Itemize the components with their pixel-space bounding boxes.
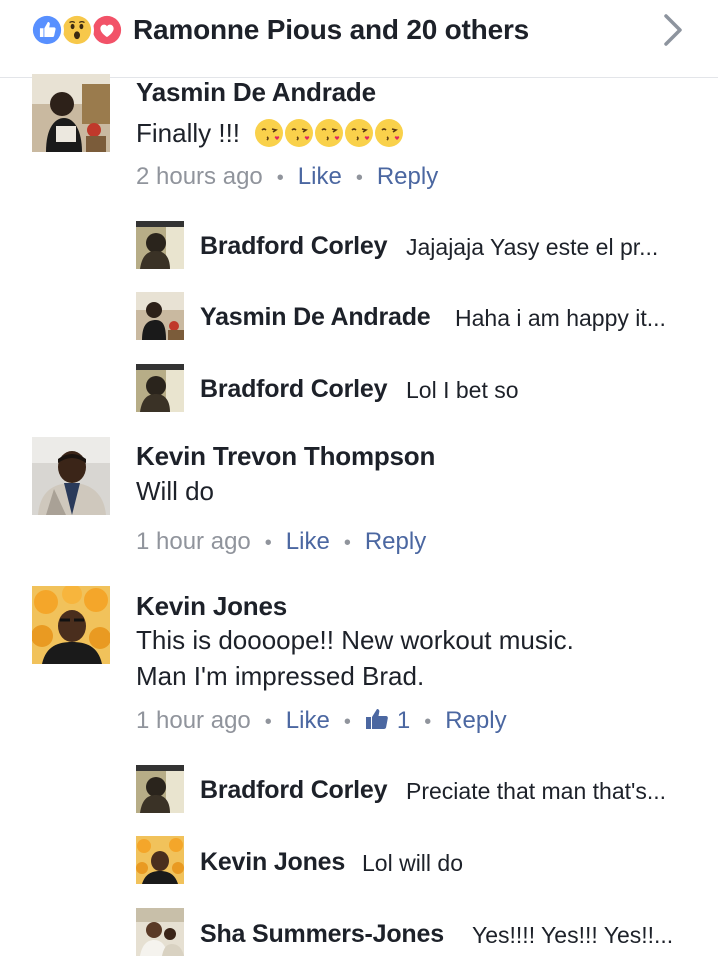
comment-author[interactable]: Kevin Trevon Thompson [136,441,435,471]
like-link[interactable]: Like [298,163,342,190]
like-count[interactable]: 1 [397,707,410,734]
comment-meta: 1 hour ago • Like • 1 • Reply [136,707,507,734]
reply-link[interactable]: Reply [365,528,426,555]
reply-text: Preciate that man that's... [406,778,667,804]
avatar[interactable] [136,836,184,884]
reply-author[interactable]: Yasmin De Andrade [200,302,431,332]
avatar[interactable] [136,765,184,813]
avatar[interactable] [32,586,110,664]
wow-reaction-icon [60,13,94,47]
comment-meta: 2 hours ago • Like • Reply [136,163,439,190]
reply-author[interactable]: Bradford Corley [200,231,388,261]
timestamp[interactable]: 1 hour ago [136,528,251,555]
avatar[interactable] [32,437,110,515]
comment-text-line: This is doooope!! New workout music. [136,625,574,655]
reply-text: Lol will do [362,850,463,876]
avatar[interactable] [136,364,184,412]
emoji-row [254,118,414,150]
reply-text: Lol I bet so [406,377,519,403]
kissing-heart-emoji-icon [284,118,314,148]
comment-text: Finally !!! [136,118,241,148]
reply-text: Haha i am happy it... [455,305,666,331]
like-link[interactable]: Like [286,707,330,734]
comment-text: Will do [136,476,215,506]
like-link[interactable]: Like [286,528,330,555]
reply-text: Yes!!!! Yes!!! Yes!!... [472,922,674,948]
kissing-heart-emoji-icon [374,118,404,148]
avatar[interactable] [136,221,184,269]
avatar[interactable] [136,908,184,956]
kissing-heart-emoji-icon [314,118,344,148]
reply-link[interactable]: Reply [377,163,438,190]
reply-link[interactable]: Reply [445,707,506,734]
comment-author[interactable]: Kevin Jones [136,591,287,621]
timestamp[interactable]: 2 hours ago [136,163,263,190]
love-reaction-icon [90,13,124,47]
reply-author[interactable]: Sha Summers-Jones [200,919,444,949]
chevron-right-icon[interactable] [660,12,686,48]
like-reaction-icon [30,13,64,47]
timestamp[interactable]: 1 hour ago [136,707,251,734]
reply-author[interactable]: Kevin Jones [200,847,345,877]
kissing-heart-emoji-icon [344,118,374,148]
reactions-header[interactable]: Ramonne Pious and 20 others [0,0,718,78]
comment-author[interactable]: Yasmin De Andrade [136,77,376,107]
comment-text-line: Man I'm impressed Brad. [136,661,425,691]
reply-text: Jajajaja Yasy este el pr... [406,234,659,260]
reactions-summary[interactable]: Ramonne Pious and 20 others [133,13,529,47]
comment-meta: 1 hour ago • Like • Reply [136,528,427,555]
kissing-heart-emoji-icon [254,118,284,148]
thumbs-up-icon [365,708,389,730]
avatar[interactable] [136,292,184,340]
reaction-icons [30,13,130,47]
avatar[interactable] [32,74,110,152]
reply-author[interactable]: Bradford Corley [200,775,388,805]
reply-author[interactable]: Bradford Corley [200,374,388,404]
